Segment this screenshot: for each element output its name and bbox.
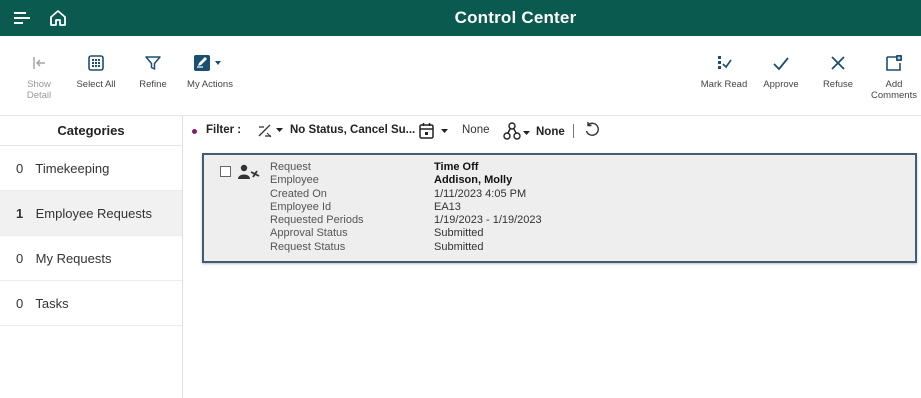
category-my-requests[interactable]: 0 My Requests	[0, 236, 182, 281]
request-status-value: Submitted	[434, 240, 484, 253]
filter-label: Filter :	[206, 124, 242, 136]
refine-label: Refine	[139, 79, 167, 90]
refuse-label: Refuse	[822, 79, 854, 90]
hierarchy-dropdown-icon[interactable]	[503, 121, 537, 141]
category-count: 0	[16, 161, 24, 176]
select-all-icon	[88, 55, 104, 71]
category-label: Tasks	[35, 296, 69, 311]
field-label: Employee Id	[270, 200, 332, 213]
close-icon	[831, 56, 845, 70]
category-label: My Requests	[35, 251, 112, 266]
add-comments-button[interactable]: Add Comments	[868, 54, 920, 101]
filter-bar: Filter : No Status, Cancel Su... None No…	[184, 116, 921, 146]
category-timekeeping[interactable]: 0 Timekeeping	[0, 146, 182, 191]
field-label: Request	[270, 161, 311, 173]
category-label: Employee Requests	[35, 206, 152, 221]
status-filter-value[interactable]: No Status, Cancel Su...	[290, 124, 415, 136]
employee-name-value: Addison, Molly	[434, 174, 513, 187]
request-checkbox[interactable]	[220, 166, 231, 177]
field-label: Created On	[270, 187, 327, 200]
created-on-value: 1/11/2023 4:05 PM	[434, 187, 527, 200]
category-employee-requests[interactable]: 1 Employee Requests	[0, 191, 182, 236]
add-comment-icon	[886, 55, 902, 71]
select-all-label: Select All	[76, 79, 116, 90]
category-tasks[interactable]: 0 Tasks	[0, 281, 182, 326]
refine-button[interactable]: Refine	[136, 54, 170, 90]
categories-panel: Categories 0 Timekeeping 1 Employee Requ…	[0, 116, 183, 398]
calendar-dropdown-icon[interactable]	[417, 121, 457, 141]
category-count: 0	[16, 296, 24, 311]
filter-funnel-icon	[145, 56, 161, 70]
date-filter-value[interactable]: None	[462, 124, 490, 136]
filter-divider	[573, 124, 574, 138]
action-toolbar: Show Detail Select All Refine My Actions…	[0, 36, 921, 116]
my-actions-button[interactable]: My Actions	[184, 54, 236, 90]
group-filter-value[interactable]: None	[536, 126, 565, 138]
category-label: Timekeeping	[35, 161, 110, 176]
app-header: Control Center	[0, 0, 921, 36]
approval-status-value: Submitted	[434, 227, 484, 240]
show-detail-label: Show Detail	[26, 79, 52, 101]
filter-active-dot	[192, 129, 197, 134]
select-all-button[interactable]: Select All	[74, 54, 118, 90]
mark-read-icon	[718, 56, 732, 69]
category-count: 1	[16, 206, 24, 221]
mark-read-label: Mark Read	[700, 79, 748, 90]
request-type-value: Time Off	[434, 161, 479, 173]
category-count: 0	[16, 251, 24, 266]
approve-label: Approve	[763, 79, 799, 90]
show-detail-button[interactable]: Show Detail	[22, 54, 56, 101]
request-field-labels: Request Employee Created On Employee Id …	[270, 161, 364, 254]
request-field-values: Time Off Addison, Molly 1/11/2023 4:05 P…	[434, 161, 542, 254]
checkmark-icon	[773, 57, 789, 71]
field-label: Requested Periods	[270, 214, 364, 227]
requested-periods-value: 1/19/2023 - 1/19/2023	[434, 214, 542, 227]
my-actions-label: My Actions	[187, 79, 233, 90]
mark-read-button[interactable]: Mark Read	[699, 54, 749, 90]
add-comments-label: Add Comments	[871, 79, 917, 101]
employee-time-off-icon	[238, 164, 260, 179]
categories-title: Categories	[0, 116, 182, 146]
reset-icon[interactable]	[583, 121, 601, 139]
approve-button[interactable]: Approve	[760, 54, 802, 90]
status-filter-icon[interactable]	[256, 122, 288, 140]
field-label: Approval Status	[270, 227, 348, 240]
field-label: Employee	[270, 174, 319, 187]
collapse-left-icon	[33, 57, 45, 69]
request-card[interactable]: Request Employee Created On Employee Id …	[202, 153, 917, 263]
page-title: Control Center	[454, 8, 577, 27]
edit-dropdown-icon	[194, 55, 221, 71]
refuse-button[interactable]: Refuse	[820, 54, 856, 90]
field-label: Request Status	[270, 240, 346, 253]
employee-id-value: EA13	[434, 200, 461, 213]
